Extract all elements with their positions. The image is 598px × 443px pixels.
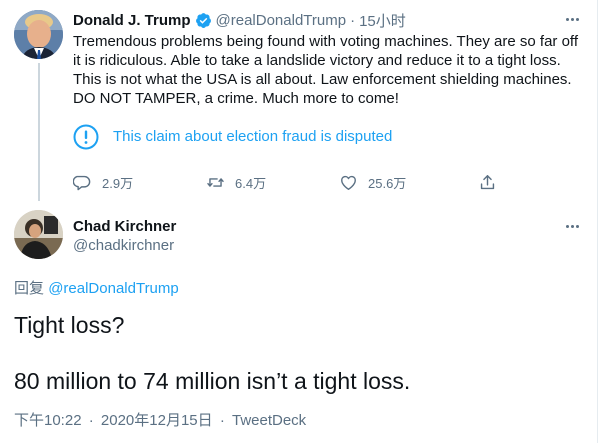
thread-connector xyxy=(38,63,40,201)
tweet-actions: 2.9万 6.4万 25.6万 xyxy=(73,171,503,193)
tweet-time[interactable]: 下午10:22 xyxy=(14,412,82,429)
tweet-text: Tight loss? 80 million to 74 million isn… xyxy=(14,312,411,394)
tweet-date[interactable]: 2020年12月15日 xyxy=(101,412,213,429)
more-options-icon[interactable] xyxy=(562,221,582,231)
avatar-image xyxy=(14,10,63,59)
comment-icon xyxy=(73,175,91,190)
display-name[interactable]: Donald J. Trump xyxy=(73,12,191,29)
tweet-text: Tremendous problems being found with vot… xyxy=(73,33,583,107)
retweet-count: 6.4万 xyxy=(235,175,267,191)
handle[interactable]: @chadkirchner xyxy=(73,237,174,254)
tweet-header: Donald J. Trump @realDonaldTrump · 15小时 xyxy=(73,10,406,31)
share-button[interactable] xyxy=(478,171,507,193)
replying-to: 回复 @realDonaldTrump xyxy=(14,277,179,298)
disputed-claim-notice[interactable]: This claim about election fraud is dispu… xyxy=(73,120,573,153)
separator-dot: · xyxy=(219,412,225,429)
retweet-icon xyxy=(207,177,224,187)
like-button[interactable]: 25.6万 xyxy=(339,171,406,193)
reply-prefix: 回复 xyxy=(14,280,45,297)
timestamp[interactable]: 15小时 xyxy=(359,10,406,31)
separator-dot: · xyxy=(88,412,94,429)
handle[interactable]: @realDonaldTrump xyxy=(216,12,347,29)
focused-tweet: Chad Kirchner @chadkirchner 回复 @realDona… xyxy=(0,201,597,443)
notice-text[interactable]: This claim about election fraud is dispu… xyxy=(113,128,392,145)
like-count: 25.6万 xyxy=(368,175,407,191)
avatar[interactable] xyxy=(14,210,63,259)
retweet-button[interactable]: 6.4万 xyxy=(206,171,266,193)
separator-dot: · xyxy=(350,11,356,29)
display-name[interactable]: Chad Kirchner xyxy=(73,218,176,235)
avatar[interactable] xyxy=(14,10,63,59)
reply-mention-link[interactable]: @realDonaldTrump xyxy=(48,280,179,297)
heart-icon xyxy=(341,175,356,190)
reply-count: 2.9万 xyxy=(102,175,134,191)
tweet-thread: Donald J. Trump @realDonaldTrump · 15小时 … xyxy=(0,0,598,443)
tweet-meta: 下午10:22 · 2020年12月15日 · TweetDeck xyxy=(14,409,306,430)
verified-badge-icon xyxy=(195,12,212,29)
tweet-source[interactable]: TweetDeck xyxy=(232,412,306,429)
parent-tweet[interactable]: Donald J. Trump @realDonaldTrump · 15小时 … xyxy=(0,0,597,201)
more-options-icon[interactable] xyxy=(562,14,582,24)
exclamation-circle-icon xyxy=(73,124,99,149)
reply-button[interactable]: 2.9万 xyxy=(73,171,133,193)
share-icon xyxy=(480,174,495,189)
avatar-image xyxy=(14,210,63,259)
